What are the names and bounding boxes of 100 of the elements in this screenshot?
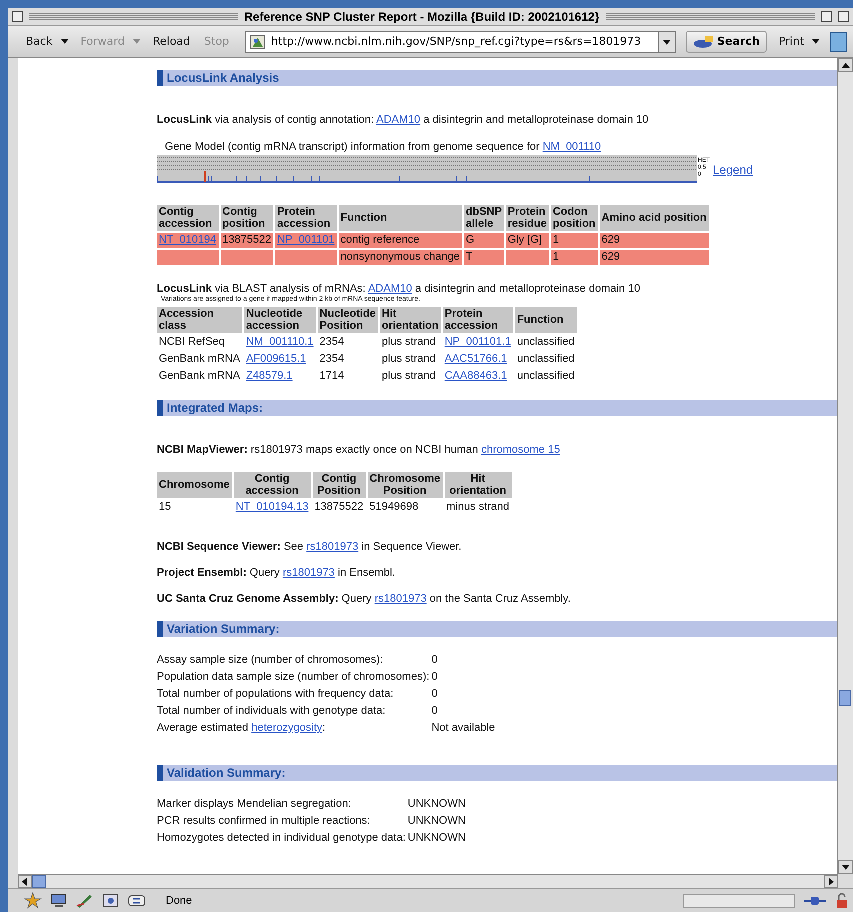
column-header: Protein accession [442, 307, 514, 333]
link[interactable]: NT_010194.13 [236, 501, 309, 513]
table-cell: 1 [550, 250, 598, 265]
table-cell-text: unclassified [516, 369, 576, 384]
caret-icon[interactable] [60, 39, 69, 44]
nav-button[interactable]: Back [24, 33, 55, 50]
table-cell-text: unclassified [516, 335, 576, 350]
page-icon [250, 34, 266, 50]
column-header: Contig accession [157, 205, 218, 231]
table-cell-text: unclassified [516, 352, 576, 367]
column-header: Chromosome [157, 472, 232, 498]
table-cell-text: 2354 [318, 335, 346, 350]
table-cell-text: plus strand [381, 369, 437, 384]
column-header: Amino acid position [600, 205, 709, 231]
scrollbar-thumb[interactable] [32, 875, 46, 888]
sidebar-button[interactable] [830, 32, 847, 52]
vertical-scrollbar[interactable] [837, 58, 853, 874]
link[interactable]: Z48579.1 [246, 370, 293, 382]
dropdown-button[interactable] [658, 32, 676, 52]
monitor-icon [50, 892, 68, 909]
fact-value: UNKNOWN [408, 797, 466, 812]
table-cell-text: 15 [158, 500, 172, 515]
table-cell: 629 [600, 233, 709, 248]
fact-value: 0 [432, 670, 439, 685]
column-header: Hit orientation [380, 307, 441, 333]
fact-value: UNKNOWN [408, 814, 466, 829]
link[interactable]: rs1801973 [306, 541, 359, 553]
scroll-down-button[interactable] [838, 860, 853, 874]
table-cell: T [464, 250, 504, 265]
address-field[interactable]: http://www.ncbi.nlm.nih.gov/SNP/snp_ref.cgi?type=rs&rs=1801973 [245, 30, 676, 52]
column-header: dbSNP allele [464, 205, 504, 231]
card-icon [102, 892, 120, 909]
search-icon [693, 34, 716, 48]
description-text: LocusLink via analysis of contig annotation: ADAM10 a disintegrin and metalloproteinase domain 10 [157, 113, 650, 128]
search-button[interactable]: Search [686, 30, 767, 52]
column-header: Protein accession [275, 205, 337, 231]
link[interactable]: NM_001110 [542, 141, 602, 153]
close-button[interactable] [12, 11, 23, 22]
link[interactable]: NP_001101.1 [444, 336, 512, 348]
legend-link[interactable]: Legend [713, 163, 754, 177]
section-heading: LocusLink Analysis [157, 70, 837, 86]
section-heading: Validation Summary: [157, 765, 837, 781]
table-cell-text: 1714 [318, 369, 346, 384]
table-cell-text: 13875522 [314, 500, 365, 515]
table-cell-text: 51949698 [368, 500, 420, 515]
table-cell-text: plus strand [381, 352, 437, 367]
table-cell-text: 2354 [318, 352, 346, 367]
description-text: LocusLink via BLAST analysis of mRNAs: ADAM10 a disintegrin and metalloproteinase domain 10 [157, 282, 642, 296]
zoom-button[interactable] [821, 11, 832, 22]
column-header: Function [338, 205, 462, 231]
column-header: Nucleotide Position [318, 307, 378, 333]
link[interactable]: rs1801973 [282, 567, 335, 579]
table-cell-text: GenBank mRNA [158, 369, 242, 384]
collapse-button[interactable] [838, 11, 849, 22]
fact-value: Not available [432, 721, 496, 736]
fact-label: Homozygotes detected in individual genotype data: [157, 831, 406, 846]
description-text: UC Santa Cruz Genome Assembly: Query rs1801973 on the Santa Cruz Assembly. [157, 592, 572, 607]
section-heading: Variation Summary: [157, 621, 837, 637]
link[interactable]: heterozygosity [252, 722, 323, 734]
link[interactable]: NM_001110.1 [246, 336, 314, 348]
table-cell: G [464, 233, 504, 248]
column-header: Contig accession [234, 472, 311, 498]
table-cell: Gly [G] [506, 233, 549, 248]
section-heading: Integrated Maps: [157, 400, 837, 416]
caret-icon[interactable] [812, 39, 820, 44]
table-cell: nonsynonymous change [338, 250, 462, 265]
horizontal-scrollbar[interactable] [18, 874, 838, 888]
table-cell-text: GenBank mRNA [158, 352, 242, 367]
fact-value: 0 [432, 653, 439, 668]
fact-value: 0 [432, 704, 439, 719]
scroll-up-button[interactable] [838, 58, 853, 72]
link[interactable]: chromosome 15 [481, 444, 560, 456]
fact-label: Marker displays Mendelian segregation: [157, 797, 352, 812]
column-header: Chromosome Position [368, 472, 443, 498]
table-cell: 13875522 [220, 233, 274, 248]
pen-icon [76, 892, 94, 909]
link[interactable]: rs1801973 [374, 593, 427, 605]
link[interactable]: CAA88463.1 [444, 370, 508, 382]
nav-button[interactable]: Reload [150, 33, 192, 50]
column-header: Contig Position [312, 472, 366, 498]
table-cell: 629 [600, 250, 709, 265]
scroll-left-button[interactable] [18, 875, 32, 888]
scrollbar-thumb[interactable] [839, 690, 851, 706]
caption-text: Gene Model (contig mRNA transcript) information from genome sequence for NM_001110 [165, 140, 602, 155]
print-button[interactable]: Print [776, 33, 806, 50]
fact-label: Average estimated heterozygosity: [157, 721, 327, 736]
fact-label: PCR results confirmed in multiple reactions: [157, 814, 372, 829]
scroll-right-button[interactable] [824, 875, 838, 888]
column-header: Accession class [157, 307, 242, 333]
link[interactable]: ADAM10 [376, 114, 421, 126]
star-icon [24, 892, 42, 909]
link[interactable]: ADAM10 [368, 283, 412, 295]
link[interactable]: AF009615.1 [246, 353, 306, 365]
table-cell-text: plus strand [381, 335, 437, 350]
column-header: Protein residue [506, 205, 549, 231]
fact-value: UNKNOWN [408, 831, 466, 846]
lock-icon [835, 892, 849, 908]
link[interactable]: AAC51766.1 [444, 353, 508, 365]
fact-label: Population data sample size (number of chromosomes): [157, 670, 430, 685]
description-text: Project Ensembl: Query rs1801973 in Ensembl. [157, 566, 396, 581]
